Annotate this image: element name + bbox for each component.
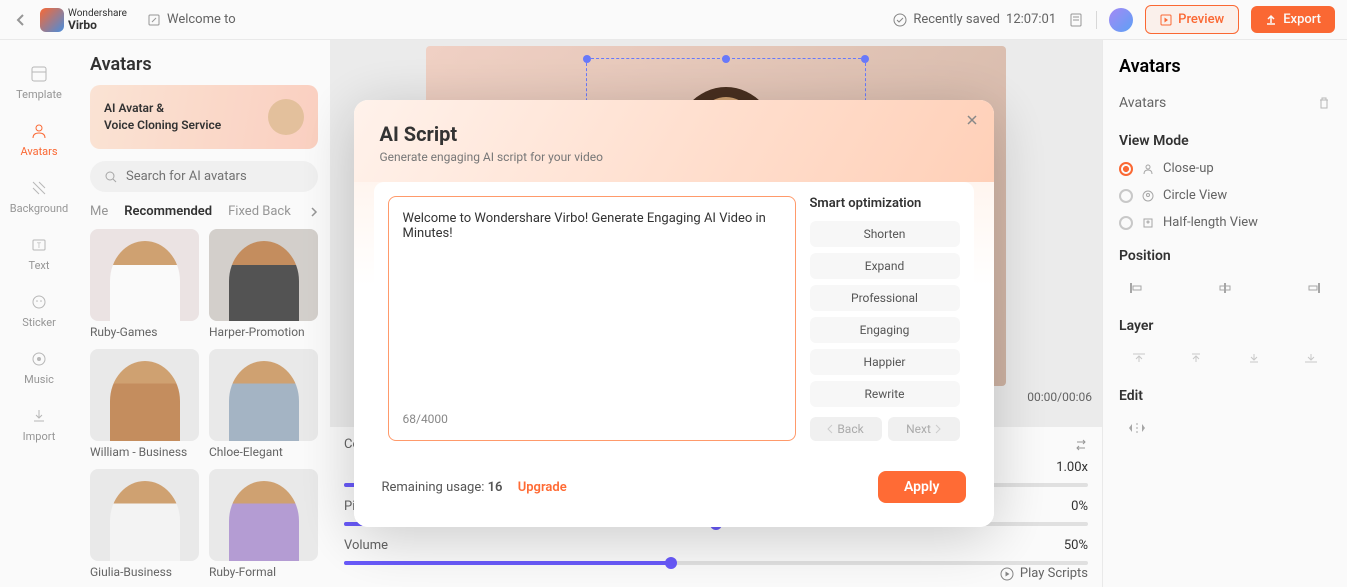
back-button[interactable]: Back <box>810 417 882 441</box>
opt-shorten[interactable]: Shorten <box>810 221 960 247</box>
opt-rewrite[interactable]: Rewrite <box>810 381 960 407</box>
modal-title: AI Script <box>380 122 968 146</box>
upgrade-link[interactable]: Upgrade <box>518 480 567 495</box>
modal-subtitle: Generate engaging AI script for your vid… <box>380 150 968 164</box>
opt-professional[interactable]: Professional <box>810 285 960 311</box>
optimization-panel: Smart optimization Shorten Expand Profes… <box>810 196 960 441</box>
next-button[interactable]: Next <box>888 417 960 441</box>
char-count: 68/4000 <box>403 412 781 426</box>
usage-info: Remaining usage: 16 Upgrade <box>382 480 567 495</box>
opt-happier[interactable]: Happier <box>810 349 960 375</box>
opt-title: Smart optimization <box>810 196 960 211</box>
close-icon <box>966 114 978 126</box>
script-textarea[interactable]: Welcome to Wondershare Virbo! Generate E… <box>388 196 796 441</box>
script-text: Welcome to Wondershare Virbo! Generate E… <box>403 211 781 404</box>
chevron-left-icon <box>827 424 833 434</box>
modal-close-button[interactable] <box>966 114 978 126</box>
opt-engaging[interactable]: Engaging <box>810 317 960 343</box>
apply-button[interactable]: Apply <box>878 471 966 503</box>
ai-script-modal: AI Script Generate engaging AI script fo… <box>354 100 994 527</box>
chevron-right-icon <box>935 424 941 434</box>
modal-overlay: AI Script Generate engaging AI script fo… <box>0 0 1347 587</box>
opt-expand[interactable]: Expand <box>810 253 960 279</box>
